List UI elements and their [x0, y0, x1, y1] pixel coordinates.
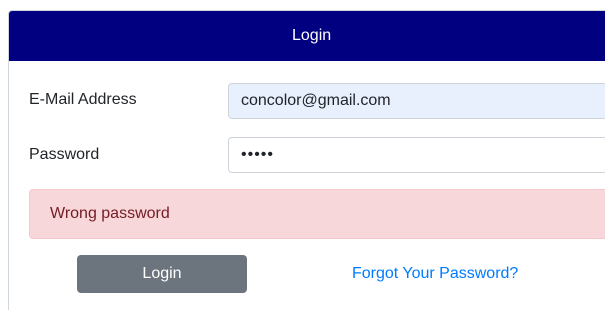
card-header: Login: [9, 11, 605, 61]
password-field[interactable]: [228, 137, 605, 173]
email-label: E-Mail Address: [29, 91, 137, 108]
email-field[interactable]: [228, 83, 605, 119]
card-title: Login: [292, 27, 332, 44]
login-button[interactable]: Login: [77, 255, 247, 293]
password-label: Password: [29, 146, 100, 163]
login-card: Login E-Mail Address Password Wrong pass…: [8, 10, 605, 310]
forgot-password-link[interactable]: Forgot Your Password?: [352, 265, 518, 283]
error-alert: Wrong password: [29, 189, 605, 239]
